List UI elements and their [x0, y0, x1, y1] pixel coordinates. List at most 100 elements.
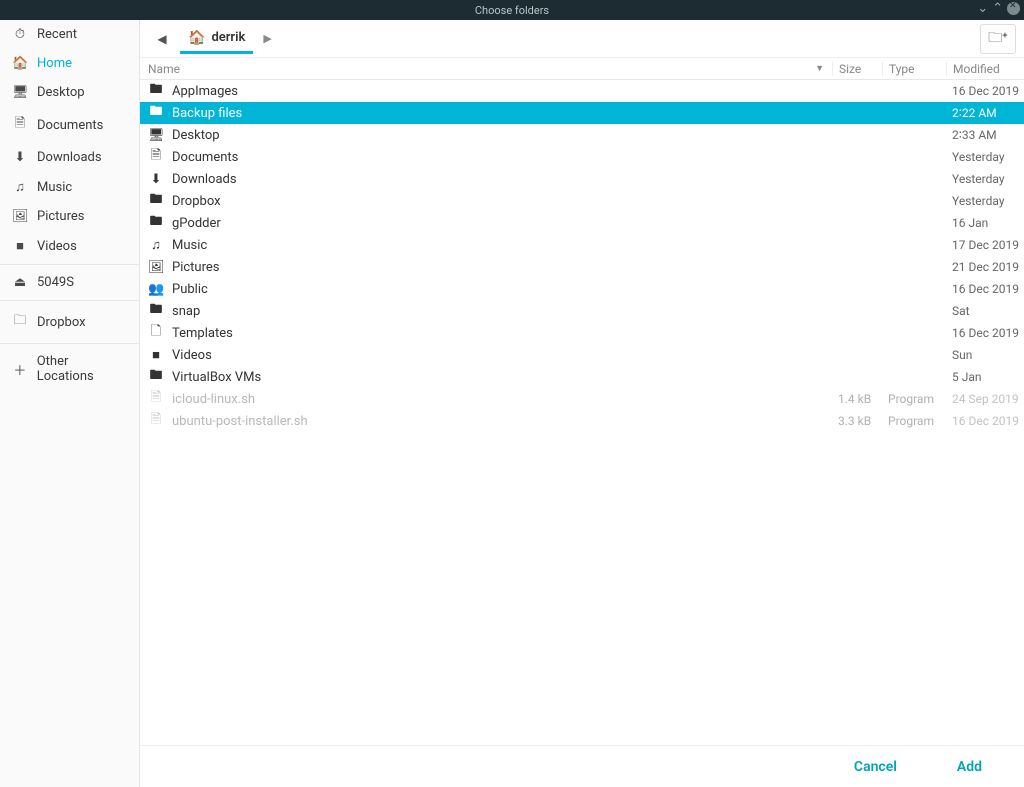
file-name-cell: 🖿Backup files — [140, 102, 832, 124]
file-modified-cell: 21 Dec 2019 — [946, 260, 1024, 274]
sidebar-item-downloads[interactable]: ⬇Downloads — [0, 143, 139, 172]
file-list: 🖿AppImages16 Dec 2019🖿Backup files2∶22 A… — [140, 80, 1024, 745]
file-row[interactable]: 🖿 gPodder 16 Jan — [140, 212, 1024, 234]
file-row[interactable]: 🖼Pictures21 Dec 2019 — [140, 256, 1024, 278]
minimize-icon[interactable]: ⌄ — [977, 2, 988, 15]
breadcrumb: 🏠 derrik ▶ — [180, 24, 276, 54]
column-header-modified[interactable]: Modified — [946, 62, 1024, 76]
cancel-button[interactable]: Cancel — [838, 751, 913, 783]
file-row[interactable]: 🖿Backup files2∶22 AM — [140, 102, 1024, 124]
column-header-type[interactable]: Type — [882, 62, 946, 76]
file-row[interactable]: 🖥Desktop2∶33 AM — [140, 124, 1024, 146]
file-row[interactable]: ⬇ Downloads Yesterday — [140, 168, 1024, 190]
sidebar-item-label: Pictures — [37, 209, 84, 224]
new-folder-button[interactable]: 🗀⁺ — [980, 24, 1016, 54]
sidebar-item-desktop[interactable]: 🖥 Desktop — [0, 78, 139, 107]
folder-icon: 🖿 — [148, 300, 164, 322]
sidebar-item-videos[interactable]: ■Videos — [0, 231, 139, 261]
sidebar-item-pictures[interactable]: 🖼Pictures — [0, 202, 139, 231]
download-icon: ⬇ — [148, 172, 164, 187]
titlebar: Choose folders ⌄ ⌃ — [0, 0, 1024, 20]
sidebar-item-label: Documents — [37, 118, 103, 133]
sidebar-item-dropbox[interactable]: 🗀 Dropbox — [0, 304, 139, 340]
file-modified-cell: 16 Jan — [946, 216, 1024, 230]
file-modified-cell: Yesterday — [946, 172, 1024, 186]
music-icon: ♫ — [148, 237, 164, 253]
folder-icon: 🖿 — [148, 102, 164, 124]
sidebar-item-other-locations-icon: ＋ — [12, 360, 28, 379]
file-type-cell: Program — [882, 392, 946, 406]
file-row[interactable]: 🗎DocumentsYesterday — [140, 146, 1024, 168]
body: ⏱Recent🏠Home🖥Desktop🗎Documents⬇Downloads… — [0, 20, 1024, 787]
folder-icon: 🖿 — [148, 212, 164, 234]
file-name-cell: ♫Music — [140, 237, 832, 253]
file-name-label: ubuntu-post-installer.sh — [172, 414, 308, 429]
script-icon: 🗎 — [148, 388, 164, 410]
file-name-label: gPodder — [172, 216, 221, 231]
file-name-cell: ⬇ Downloads — [140, 172, 832, 187]
file-modified-cell: 17 Dec 2019 — [946, 238, 1024, 252]
breadcrumb-forward-icon[interactable]: ▶ — [259, 32, 275, 45]
sidebar-item-drive[interactable]: ⏏5049S — [0, 268, 139, 297]
sidebar-item-other-locations[interactable]: ＋ Other Locations — [0, 347, 139, 391]
file-row[interactable]: ♫Music 17 Dec 2019 — [140, 234, 1024, 256]
sidebar-separator — [0, 264, 139, 265]
sidebar-item-label: Videos — [37, 239, 77, 254]
nav-back-button[interactable]: ◀ — [148, 26, 176, 52]
file-name-label: Dropbox — [172, 194, 221, 209]
file-modified-cell: 16 Dec 2019 — [946, 326, 1024, 340]
file-row[interactable]: 🗋Templates16 Dec 2019 — [140, 322, 1024, 344]
sidebar-item-documents[interactable]: 🗎Documents — [0, 107, 139, 143]
sort-indicator-icon: ▼ — [815, 63, 824, 74]
file-name-cell: 🖿 VirtualBox VMs — [140, 366, 832, 388]
file-name-label: VirtualBox VMs — [172, 370, 261, 385]
folder-icon: 🖿 — [148, 366, 164, 388]
file-modified-cell: Yesterday — [946, 150, 1024, 164]
file-name-cell: 🗎icloud-linux.sh — [140, 388, 832, 410]
home-icon: 🏠 — [188, 30, 205, 46]
breadcrumb-current-label: derrik — [211, 30, 245, 45]
sidebar-separator — [0, 343, 139, 344]
file-modified-cell: 16 Dec 2019 — [946, 414, 1024, 428]
add-button[interactable]: Add — [941, 751, 998, 783]
sidebar-item-home[interactable]: 🏠Home — [0, 49, 139, 78]
sidebar-item-drive-icon: ⏏ — [12, 275, 28, 290]
file-name-label: Public — [172, 282, 208, 297]
column-header-size[interactable]: Size — [832, 62, 882, 76]
sidebar-item-label: Music — [37, 180, 72, 195]
file-row[interactable]: 🗎icloud-linux.sh1.4 kBProgram24 Sep 2019 — [140, 388, 1024, 410]
sidebar-item-dropbox-icon: 🗀 — [12, 311, 28, 333]
file-row[interactable]: 🖿snapSat — [140, 300, 1024, 322]
sidebar-item-label: Dropbox — [37, 315, 86, 330]
file-name-label: Downloads — [172, 172, 237, 187]
desktop-icon: 🖥 — [148, 128, 164, 143]
window-controls: ⌄ ⌃ — [977, 2, 1020, 15]
file-row[interactable]: 🗎ubuntu-post-installer.sh3.3 kBProgram16… — [140, 410, 1024, 432]
sidebar-item-music[interactable]: ♫Music — [0, 172, 139, 202]
file-row[interactable]: 🖿DropboxYesterday — [140, 190, 1024, 212]
file-type-cell: Program — [882, 414, 946, 428]
maximize-icon[interactable]: ⌃ — [992, 2, 1003, 15]
breadcrumb-home[interactable]: 🏠 derrik — [180, 24, 253, 54]
file-name-label: Desktop — [172, 128, 220, 143]
file-name-cell: ■ Videos — [140, 347, 832, 363]
sidebar-item-label: Desktop — [37, 85, 85, 100]
video-icon: ■ — [148, 347, 164, 363]
close-icon[interactable] — [1007, 2, 1020, 15]
picture-icon: 🖼 — [148, 260, 164, 275]
file-row[interactable]: 🖿VirtualBox VMs5 Jan — [140, 366, 1024, 388]
sidebar-item-desktop-icon: 🖥 — [12, 85, 28, 100]
file-row[interactable]: 👥Public16 Dec 2019 — [140, 278, 1024, 300]
file-name-label: Videos — [172, 348, 212, 363]
sidebar-separator — [0, 300, 139, 301]
column-header-name[interactable]: Name ▼ — [140, 62, 832, 76]
new-folder-icon: 🗀⁺ — [988, 27, 1008, 51]
file-row[interactable]: ■VideosSun — [140, 344, 1024, 366]
sidebar-item-label: Other Locations — [37, 354, 127, 384]
file-row[interactable]: 🖿AppImages16 Dec 2019 — [140, 80, 1024, 102]
file-name-cell: 🖥 Desktop — [140, 128, 832, 143]
main-pane: ◀ 🏠 derrik ▶ 🗀⁺ Name ▼ Siz — [140, 20, 1024, 787]
file-name-cell: 👥Public — [140, 282, 832, 297]
footer: Cancel Add — [140, 745, 1024, 787]
sidebar-item-recent[interactable]: ⏱Recent — [0, 20, 139, 49]
